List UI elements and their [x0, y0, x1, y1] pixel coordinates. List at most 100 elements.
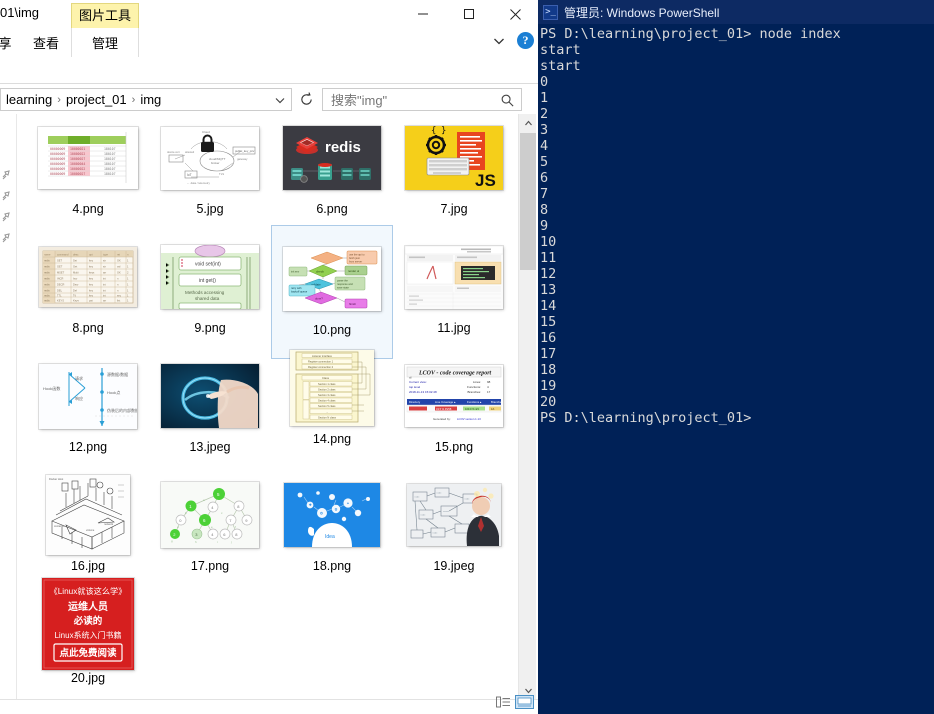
breadcrumb-item-learning[interactable]: learning: [3, 92, 55, 107]
svg-text:GET: GET: [57, 265, 63, 269]
file-name: 13.jpeg: [189, 440, 231, 454]
svg-text:type: type: [103, 253, 108, 257]
svg-text:180107: 180107: [104, 172, 116, 176]
thumbnail-container: node node node server node node: [393, 471, 515, 559]
svg-text:180107: 180107: [104, 157, 116, 161]
file-item[interactable]: node node node server node node 19.jpeg: [393, 471, 515, 589]
svg-text:INCR: INCR: [57, 277, 63, 281]
thumbnail-container: LCOV - code coverage report Current view…: [393, 352, 515, 440]
address-dropdown-icon[interactable]: [273, 93, 287, 110]
console-line: 13: [540, 282, 557, 298]
thumbnail-container: 请求 响应 Hook函数 源数据/数据 Hook点 伪装后的内部数据: [27, 352, 149, 440]
file-item[interactable]: 11.jpg: [393, 233, 515, 351]
vertical-scrollbar[interactable]: [518, 114, 536, 699]
file-item[interactable]: cloud/MQTT broker IoT public_key_priv Cl…: [149, 114, 271, 232]
console-line: 17: [540, 346, 557, 362]
file-item-selected[interactable]: use the api to fetch json from server chec…: [271, 225, 393, 359]
breadcrumb-separator: ›: [57, 93, 61, 106]
file-item[interactable]: 5 1 4 8 0 6 7 9 2 3 4 6 8 a b c d e f g …: [149, 471, 271, 589]
powershell-icon: >_: [543, 4, 558, 20]
svg-text:volume: volume: [86, 528, 95, 532]
pin-icon[interactable]: [1, 210, 12, 222]
file-item[interactable]: 13.jpeg: [149, 352, 271, 470]
svg-text:response and: response and: [337, 282, 353, 286]
close-button[interactable]: [492, 0, 538, 28]
file-item[interactable]: 00000009 00000009 00000009 00000009 000000…: [27, 114, 149, 232]
svg-text:OK: OK: [117, 259, 121, 263]
file-item[interactable]: LCOV - code coverage report Current view…: [393, 352, 515, 470]
large-icons-view-icon[interactable]: [515, 695, 534, 714]
pin-icon[interactable]: [1, 168, 12, 180]
search-icon[interactable]: [500, 93, 515, 111]
window-controls: [400, 0, 538, 28]
svg-text:public_key_priv: public_key_priv: [235, 149, 255, 153]
svg-text:init env: init env: [291, 270, 300, 274]
file-list-view[interactable]: 00000009 00000009 00000009 00000009 000000…: [17, 114, 517, 699]
scrollbar-thumb[interactable]: [520, 133, 536, 270]
file-item[interactable]: name command desc opt type ret n redis SET Set k…: [27, 233, 149, 351]
details-view-icon[interactable]: [496, 696, 511, 714]
console-line: 4: [540, 138, 549, 154]
file-item[interactable]: { } JS 7.jpg: [393, 114, 515, 232]
breadcrumb-item-img[interactable]: img: [137, 92, 164, 107]
svg-text:Cloud: Cloud: [202, 130, 210, 134]
thumbnail-spreadsheet-green: 00000009 00000009 00000009 00000009 000000…: [38, 127, 138, 189]
svg-text:name: name: [44, 254, 51, 257]
svg-text:180107: 180107: [104, 162, 116, 166]
search-input[interactable]: 搜索"img": [322, 88, 522, 111]
svg-text:10000027: 10000027: [70, 172, 85, 176]
file-item[interactable]: Idea ❂ ✿ ✦ ✚ 18.png: [271, 471, 393, 589]
console-line: 14: [540, 298, 557, 314]
svg-text:10000022: 10000022: [70, 152, 85, 156]
breadcrumb-item-project01[interactable]: project_01: [63, 92, 130, 107]
svg-text:Section 3 class: Section 3 class: [318, 393, 336, 397]
svg-text:desc: desc: [73, 253, 79, 257]
file-item[interactable]: Listener interface Register connection 1…: [271, 344, 393, 462]
svg-text:node: node: [437, 493, 443, 495]
svg-text:Functions:: Functions:: [467, 385, 481, 389]
tab-view[interactable]: 查看: [24, 28, 68, 57]
svg-text:MSET: MSET: [57, 271, 65, 275]
svg-text:key: key: [89, 294, 94, 298]
file-item[interactable]: void set(int) int get() Methods accessin…: [149, 233, 271, 351]
contextual-tab-picture-tools[interactable]: 图片工具: [71, 3, 139, 28]
thumbnail-green-java-diagram: void set(int) int get() Methods accessin…: [161, 245, 259, 309]
tab-manage[interactable]: 管理: [71, 28, 139, 57]
refresh-button[interactable]: [294, 88, 318, 111]
pin-icon[interactable]: [1, 231, 12, 243]
svg-text:Del: Del: [73, 289, 77, 293]
svg-text:gateway: gateway: [237, 157, 248, 161]
powershell-console-output[interactable]: PS D:\learning\project_01> node index sta…: [538, 26, 934, 714]
svg-text:伪装后的内部数据: 伪装后的内部数据: [107, 407, 137, 413]
minimize-button[interactable]: [400, 0, 446, 28]
file-item[interactable]: 请求 响应 Hook函数 源数据/数据 Hook点 伪装后的内部数据 12.pn…: [27, 352, 149, 470]
svg-text:node: node: [421, 515, 427, 517]
svg-text:Methods accessing: Methods accessing: [185, 290, 225, 295]
maximize-button[interactable]: [446, 0, 492, 28]
svg-text:00000009: 00000009: [50, 147, 65, 151]
pin-icon[interactable]: [1, 189, 12, 201]
breadcrumb[interactable]: learning › project_01 › img: [0, 88, 292, 111]
svg-text:Register connection 2: Register connection 2: [308, 365, 334, 369]
svg-text:源数据/数据: 源数据/数据: [107, 371, 128, 377]
svg-text:Section 4 class: Section 4 class: [318, 398, 336, 402]
thumbnail-dashboard-screenshot: [405, 245, 503, 309]
file-name: 17.png: [190, 559, 230, 573]
chevron-down-icon[interactable]: [491, 33, 507, 49]
svg-text:IoT: IoT: [187, 173, 192, 177]
file-item[interactable]: redis 6.png: [271, 114, 393, 232]
file-item[interactable]: 《Linux就该这么学》 运维人员 必读的 Linux系统入门书籍 点此免费阅读…: [27, 577, 149, 697]
tab-share[interactable]: 享: [0, 28, 18, 57]
scroll-up-icon[interactable]: [519, 114, 537, 132]
help-icon[interactable]: ?: [517, 32, 534, 49]
svg-text:list: list: [117, 299, 120, 303]
file-item[interactable]: Docker Host container volume network 16.…: [27, 471, 149, 589]
powershell-titlebar: >_ 管理员: Windows PowerShell: [538, 0, 934, 24]
svg-text:43.5 % 45/98: 43.5 % 45/98: [436, 407, 452, 411]
svg-text:server: server: [443, 510, 449, 513]
file-name: 16.jpg: [70, 559, 106, 573]
svg-text:redis: redis: [325, 139, 361, 156]
file-explorer-window: 01\img 图片工具 享 查看 管理 ? learning › project…: [0, 0, 538, 714]
svg-text:✦: ✦: [347, 502, 350, 506]
file-name: 20.jpg: [70, 671, 106, 685]
